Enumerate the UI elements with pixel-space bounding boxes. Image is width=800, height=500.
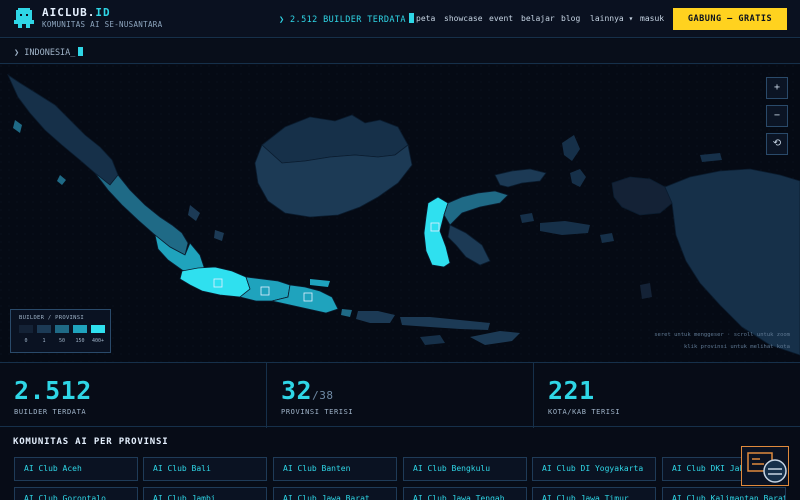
legend-label: 0	[24, 338, 28, 344]
stat-label: KOTA/KAB TERISI	[548, 408, 621, 416]
province-tile-label: AI Club Banten	[283, 464, 351, 473]
legend-swatch	[55, 325, 69, 333]
legend-swatch	[91, 325, 105, 333]
province-tile-label: AI Club Kalimantan Barat	[672, 494, 786, 500]
stat-value: 32/38	[281, 376, 333, 405]
legend-label: 50	[58, 338, 66, 344]
nav-masuk[interactable]: masuk	[640, 14, 664, 23]
brand-name-main: AICLUB.	[42, 6, 96, 19]
nav-event[interactable]: event	[489, 14, 513, 23]
province-tile-label: AI Club Jambi	[153, 494, 216, 500]
nav-blog[interactable]: blog	[561, 14, 580, 23]
legend-title: BUILDER / PROVINSI	[19, 315, 85, 321]
builder-ticker: ❯ 2.512 BUILDER TERDATA	[279, 13, 414, 25]
province-tile[interactable]: AI Club Gorontalo	[14, 487, 138, 500]
section-title: KOMUNITAS AI PER PROVINSI	[13, 437, 169, 447]
indonesia-map[interactable]: + − ⟲ BUILDER / PROVINSI 0 1 50 150 400+…	[0, 65, 800, 362]
province-tile[interactable]: AI Club Jawa Tengah	[403, 487, 527, 500]
stat-label: PROVINSI TERISI	[281, 408, 354, 416]
province-tile[interactable]: AI Club DI Yogyakarta	[532, 457, 656, 481]
stat-label: BUILDER TERDATA	[14, 408, 87, 416]
province-tile[interactable]: AI Club Kalimantan Barat	[662, 487, 786, 500]
province-tile[interactable]: AI Club Jawa Barat	[273, 487, 397, 500]
brand-name-tld: ID	[95, 6, 111, 19]
ticker-text: ❯ 2.512 BUILDER TERDATA	[279, 15, 406, 25]
cursor-block	[408, 13, 414, 23]
legend-label: 1	[42, 338, 46, 344]
province-tile-label: AI Club Aceh	[24, 464, 82, 473]
brand-tagline: KOMUNITAS AI SE-NUSANTARA	[42, 20, 163, 29]
nav-belajar[interactable]: belajar	[521, 14, 555, 23]
province-tile[interactable]: AI Club Bengkulu	[403, 457, 527, 481]
province-tile[interactable]: AI Club Aceh	[14, 457, 138, 481]
cursor-block	[78, 47, 84, 56]
nav-peta[interactable]: peta	[416, 14, 435, 23]
province-tile[interactable]: AI Club Bali	[143, 457, 267, 481]
stat-suffix: /38	[312, 389, 334, 402]
legend-label: 400+	[91, 338, 105, 344]
province-tile-label: AI Club Jawa Timur	[542, 494, 629, 500]
stat-value: 221	[548, 376, 595, 405]
stat-provinces: 32/38 PROVINSI TERISI	[267, 363, 533, 428]
nav-showcase[interactable]: showcase	[444, 14, 483, 23]
province-tile-label: AI Club DI Yogyakarta	[542, 464, 644, 473]
province-tile[interactable]: AI Club Jambi	[143, 487, 267, 500]
stat-number: 2.512	[14, 376, 92, 405]
map-hint-drag: seret untuk menggeser · scroll untuk zoo…	[654, 332, 790, 338]
legend-label: 150	[75, 338, 85, 344]
stat-number: 221	[548, 376, 595, 405]
site-header: AICLUB.ID KOMUNITAS AI SE-NUSANTARA ❯ 2.…	[0, 0, 800, 38]
stat-builders: 2.512 BUILDER TERDATA	[0, 363, 266, 428]
map-hint-click: klik provinsi untuk melihat kota	[684, 344, 790, 350]
brand-name[interactable]: AICLUB.ID	[42, 6, 111, 19]
legend-swatch	[37, 325, 51, 333]
map-canvas[interactable]	[0, 65, 800, 362]
province-tile-label: AI Club Gorontalo	[24, 494, 106, 500]
province-tile-label: AI Club Bengkulu	[413, 464, 491, 473]
province-tile[interactable]: AI Club Banten	[273, 457, 397, 481]
stat-number: 32	[281, 376, 313, 405]
province-tile[interactable]: AI Club Jawa Timur	[532, 487, 656, 500]
breadcrumb-text: ❯ INDONESIA_	[14, 48, 76, 58]
pixel-robot-icon[interactable]	[14, 8, 34, 28]
zoom-in-button[interactable]: +	[766, 77, 788, 99]
stat-value: 2.512	[14, 376, 92, 405]
province-tile-label: AI Club Jawa Tengah	[413, 494, 505, 500]
legend-swatch	[73, 325, 87, 333]
breadcrumb: ❯ INDONESIA_	[14, 47, 84, 58]
map-legend: BUILDER / PROVINSI 0 1 50 150 400+	[10, 309, 111, 353]
chat-assistant-button[interactable]	[741, 446, 789, 486]
reset-view-button[interactable]: ⟲	[766, 133, 788, 155]
legend-swatch	[19, 325, 33, 333]
stat-cities: 221 KOTA/KAB TERISI	[534, 363, 800, 428]
chat-robot-icon	[747, 452, 787, 483]
join-free-button[interactable]: GABUNG — GRATIS	[673, 8, 787, 30]
island-aru	[640, 283, 652, 299]
zoom-out-button[interactable]: −	[766, 105, 788, 127]
breadcrumb-bar: ❯ INDONESIA_	[0, 39, 800, 64]
nav-lainnya-dropdown[interactable]: lainnya ▾	[590, 14, 633, 23]
stats-bar: 2.512 BUILDER TERDATA 32/38 PROVINSI TER…	[0, 362, 800, 428]
province-tile-label: AI Club Bali	[153, 464, 211, 473]
province-tile-label: AI Club Jawa Barat	[283, 494, 370, 500]
